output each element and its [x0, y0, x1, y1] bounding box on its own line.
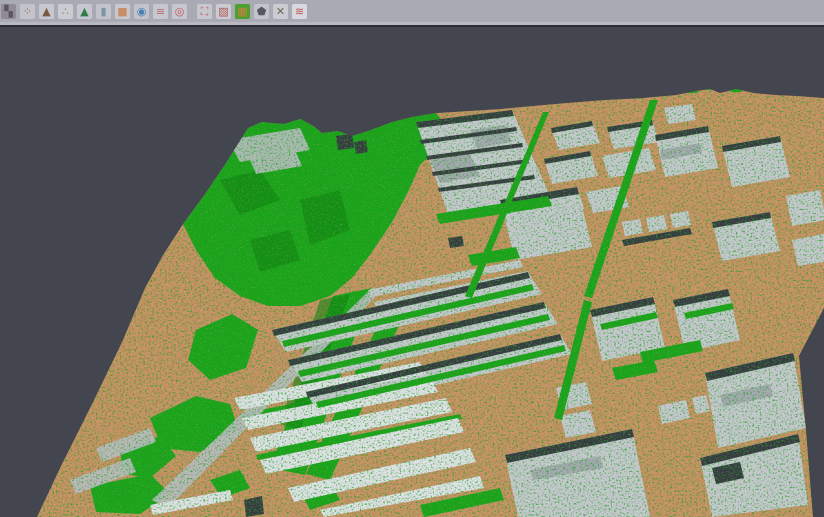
- classify-icon[interactable]: ▨: [216, 4, 231, 19]
- flag-icon[interactable]: ≋: [292, 4, 307, 19]
- sparse-points-icon[interactable]: ∴: [58, 4, 73, 19]
- viewport-3d[interactable]: [0, 27, 824, 517]
- application-window: ▚ ⁘ ▲ ∴ ▲ ▮ ■ ◉ ≡ ◎ ⛶ ▨ ▦ ⬟ ✕ ≋: [0, 0, 824, 517]
- zoom-extents-icon[interactable]: ⛶: [197, 4, 212, 19]
- window-icon[interactable]: ▚: [1, 4, 16, 19]
- measure-icon[interactable]: ✕: [273, 4, 288, 19]
- layers-list-icon[interactable]: ≡: [153, 4, 168, 19]
- ortho-image-icon[interactable]: ■: [115, 4, 130, 19]
- scatter-points-icon[interactable]: ⁘: [20, 4, 35, 19]
- globe-icon[interactable]: ◉: [134, 4, 149, 19]
- point-cloud-canvas[interactable]: [0, 27, 824, 517]
- toolbar: ▚ ⁘ ▲ ∴ ▲ ▮ ■ ◉ ≡ ◎ ⛶ ▨ ▦ ⬟ ✕ ≋: [0, 0, 824, 22]
- terrain-dem-icon[interactable]: ▲: [39, 4, 54, 19]
- classification-colors-icon[interactable]: ▦: [235, 4, 250, 19]
- mesh-model-icon[interactable]: ⬟: [254, 4, 269, 19]
- target-icon[interactable]: ◎: [172, 4, 187, 19]
- tin-surface-icon[interactable]: ▲: [77, 4, 92, 19]
- profile-icon[interactable]: ▮: [96, 4, 111, 19]
